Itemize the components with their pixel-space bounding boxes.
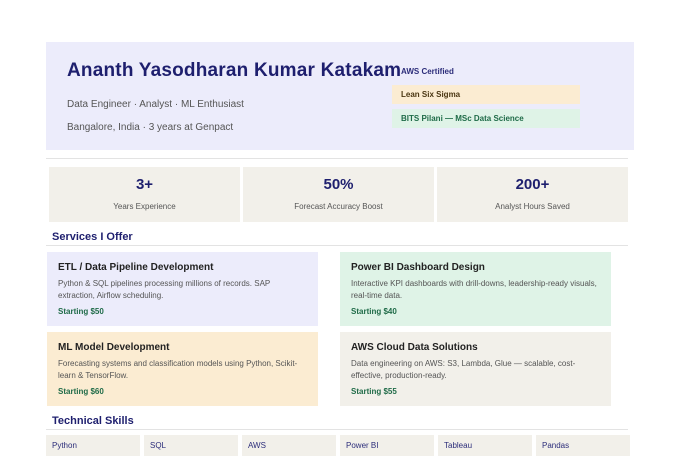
stat-value: 50% — [323, 176, 354, 193]
stat-value: 3+ — [135, 176, 154, 193]
stat-label: Years Experience — [113, 202, 176, 211]
service-card-ml[interactable]: ML Model Development Forecasting systems… — [47, 332, 318, 406]
services-rule — [46, 245, 628, 246]
service-title: Power BI Dashboard Design — [351, 262, 485, 273]
services-title: Services I Offer — [52, 231, 133, 243]
service-price: Starting $60 — [58, 387, 104, 396]
skill-tag-aws: AWS — [242, 435, 336, 456]
stat-card-forecast: 50% Forecast Accuracy Boost — [243, 167, 434, 222]
profile-role: Data Engineer · Analyst · ML Enthusiast — [67, 99, 244, 110]
badge-lean-six-sigma: Lean Six Sigma — [392, 85, 580, 104]
service-title: ETL / Data Pipeline Development — [58, 262, 214, 273]
service-title: AWS Cloud Data Solutions — [351, 342, 478, 353]
profile-location: Bangalore, India · 3 years at Genpact — [67, 122, 234, 133]
service-description: Python & SQL pipelines processing millio… — [58, 279, 271, 300]
service-title: ML Model Development — [58, 342, 170, 353]
skill-tag-tableau: Tableau — [438, 435, 532, 456]
stat-label: Analyst Hours Saved — [495, 202, 570, 211]
skill-tag-python: Python — [46, 435, 140, 456]
badge-bits-pilani: BITS Pilani — MSc Data Science — [392, 109, 580, 128]
service-price: Starting $55 — [351, 387, 397, 396]
service-description: Data engineering on AWS: S3, Lambda, Glu… — [351, 359, 576, 380]
stat-label: Forecast Accuracy Boost — [294, 202, 383, 211]
service-card-powerbi[interactable]: Power BI Dashboard Design Interactive KP… — [340, 252, 611, 326]
hero-divider — [46, 158, 628, 159]
skill-tag-sql: SQL — [144, 435, 238, 456]
skills-rule — [46, 429, 628, 430]
profile-name: Ananth Yasodharan Kumar Katakam — [67, 60, 402, 81]
service-price: Starting $50 — [58, 307, 104, 316]
skill-tag-powerbi: Power BI — [340, 435, 434, 456]
skills-title: Technical Skills — [52, 415, 134, 427]
skill-tag-pandas: Pandas — [536, 435, 630, 456]
service-card-etl[interactable]: ETL / Data Pipeline Development Python &… — [47, 252, 318, 326]
stat-card-experience: 3+ Years Experience — [49, 167, 240, 222]
service-card-aws[interactable]: AWS Cloud Data Solutions Data engineerin… — [340, 332, 611, 406]
service-price: Starting $40 — [351, 307, 397, 316]
service-description: Forecasting systems and classification m… — [58, 359, 298, 380]
stat-value: 200+ — [515, 176, 550, 193]
service-description: Interactive KPI dashboards with drill-do… — [351, 279, 597, 300]
badge-aws-certified: AWS Certified — [401, 67, 454, 76]
stat-card-hours: 200+ Analyst Hours Saved — [437, 167, 628, 222]
